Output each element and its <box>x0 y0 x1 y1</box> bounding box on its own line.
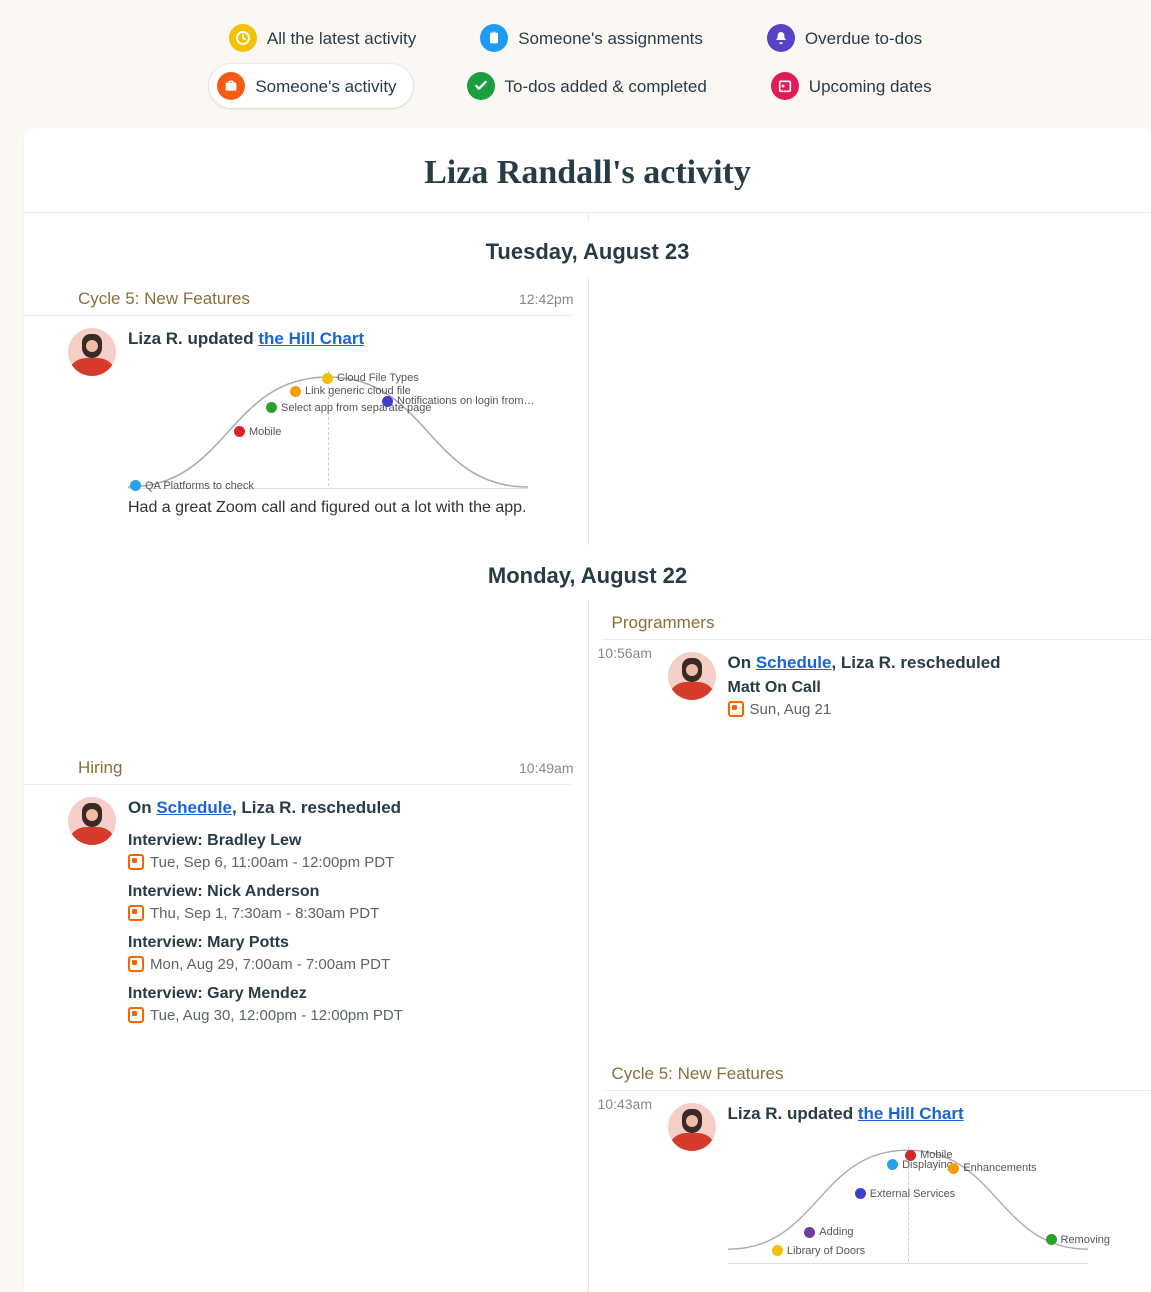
hill-point[interactable]: Removing <box>1046 1234 1111 1246</box>
timestamp: 10:49am <box>519 760 573 776</box>
hill-chart[interactable]: Library of DoorsAddingExternal ServicesD… <box>728 1134 1088 1264</box>
page-title: Liza Randall's activity <box>24 154 1151 192</box>
section-title[interactable]: Cycle 5: New Features <box>602 1064 1151 1091</box>
entry-headline: Liza R. updated the Hill Chart <box>128 328 574 351</box>
event-title[interactable]: Matt On Call <box>728 679 1151 697</box>
timestamp: 10:43am <box>598 1096 652 1112</box>
calendar-icon <box>771 72 799 100</box>
schedule-event[interactable]: Interview: Mary Potts Mon, Aug 29, 7:00am… <box>128 934 574 973</box>
hill-point[interactable]: Adding <box>804 1226 853 1238</box>
calendar-icon <box>128 905 144 921</box>
avatar[interactable] <box>68 797 116 845</box>
timestamp: 12:42pm <box>519 291 573 307</box>
hill-point[interactable]: External Services <box>855 1188 956 1200</box>
schedule-link[interactable]: Schedule <box>756 653 832 672</box>
calendar-icon <box>128 1007 144 1023</box>
section-title[interactable]: Cycle 5: New Features <box>24 289 574 316</box>
hill-point[interactable]: Notifications on login from… <box>382 395 535 407</box>
briefcase-icon <box>217 72 245 100</box>
check-icon <box>467 72 495 100</box>
nav-item-label: Someone's activity <box>255 78 396 95</box>
nav-item[interactable]: All the latest activity <box>219 18 426 58</box>
schedule-event[interactable]: Interview: Nick Anderson Thu, Sep 1, 7:30… <box>128 883 574 922</box>
nav-item-label: Someone's assignments <box>518 30 703 47</box>
calendar-icon <box>128 956 144 972</box>
section-programmers: Programmers 10:56am On Schedule, Liza R.… <box>588 601 1151 746</box>
hill-point[interactable]: Cloud File Types <box>322 372 419 384</box>
avatar[interactable] <box>68 328 116 376</box>
event-date: Sun, Aug 21 <box>750 701 832 718</box>
nav-item[interactable]: To-dos added & completed <box>457 66 717 106</box>
hill-point[interactable]: Enhancements <box>948 1162 1036 1174</box>
nav-item[interactable]: Upcoming dates <box>761 66 942 106</box>
event-title: Interview: Mary Potts <box>128 934 574 952</box>
day-header: Tuesday, August 23 <box>24 221 1151 277</box>
event-date: Thu, Sep 1, 7:30am - 8:30am PDT <box>150 905 379 922</box>
calendar-icon <box>728 701 744 717</box>
hill-point[interactable]: QA Platforms to check <box>130 480 254 492</box>
hill-chart[interactable]: QA Platforms to checkMobileSelect app fr… <box>128 359 528 489</box>
bell-icon <box>767 24 795 52</box>
section-cycle5-tuesday: Cycle 5: New Features 12:42pm Liza R. up… <box>24 277 588 545</box>
hill-chart-link[interactable]: the Hill Chart <box>858 1104 964 1123</box>
nav-item-label: Overdue to-dos <box>805 30 922 47</box>
calendar-icon <box>128 854 144 870</box>
event-title: Interview: Bradley Lew <box>128 832 574 850</box>
hill-point[interactable]: Mobile <box>234 426 281 438</box>
section-cycle5-monday: Cycle 5: New Features 10:43am Liza R. up… <box>588 1052 1151 1292</box>
entry-headline: Liza R. updated the Hill Chart <box>728 1103 1151 1126</box>
avatar[interactable] <box>668 652 716 700</box>
event-date: Tue, Aug 30, 12:00pm - 12:00pm PDT <box>150 1007 403 1024</box>
nav-item[interactable]: Overdue to-dos <box>757 18 932 58</box>
section-title[interactable]: Programmers <box>602 613 1151 640</box>
nav-item[interactable]: Someone's activity <box>209 64 412 108</box>
section-hiring: Hiring 10:49am On Schedule, Liza R. resc… <box>24 746 588 1052</box>
hill-chart-link[interactable]: the Hill Chart <box>258 329 364 348</box>
event-title: Interview: Gary Mendez <box>128 985 574 1003</box>
nav-item-label: To-dos added & completed <box>505 78 707 95</box>
entry-headline: On Schedule, Liza R. rescheduled <box>128 797 574 820</box>
timestamp: 10:56am <box>598 645 652 661</box>
hill-point[interactable]: Library of Doors <box>772 1245 865 1257</box>
nav-item[interactable]: Someone's assignments <box>470 18 713 58</box>
clock-icon <box>229 24 257 52</box>
schedule-event[interactable]: Interview: Bradley Lew Tue, Sep 6, 11:00a… <box>128 832 574 871</box>
event-date: Tue, Sep 6, 11:00am - 12:00pm PDT <box>150 854 394 871</box>
event-title: Interview: Nick Anderson <box>128 883 574 901</box>
nav-item-label: All the latest activity <box>267 30 416 47</box>
activity-card: Liza Randall's activity Tuesday, August … <box>24 128 1151 1292</box>
event-date: Mon, Aug 29, 7:00am - 7:00am PDT <box>150 956 390 973</box>
nav-item-label: Upcoming dates <box>809 78 932 95</box>
entry-note: Had a great Zoom call and figured out a … <box>128 499 574 517</box>
schedule-link[interactable]: Schedule <box>156 798 232 817</box>
schedule-event[interactable]: Interview: Gary Mendez Tue, Aug 30, 12:00… <box>128 985 574 1024</box>
avatar[interactable] <box>668 1103 716 1151</box>
activity-filter-nav: All the latest activity Someone's assignm… <box>0 0 1151 128</box>
hill-point[interactable]: Mobile <box>905 1149 952 1161</box>
day-header: Monday, August 22 <box>24 545 1151 601</box>
section-title[interactable]: Hiring <box>24 758 574 785</box>
entry-headline: On Schedule, Liza R. rescheduled <box>728 652 1151 675</box>
clipboard-icon <box>480 24 508 52</box>
timeline: Tuesday, August 23 Cycle 5: New Features… <box>24 213 1151 1292</box>
